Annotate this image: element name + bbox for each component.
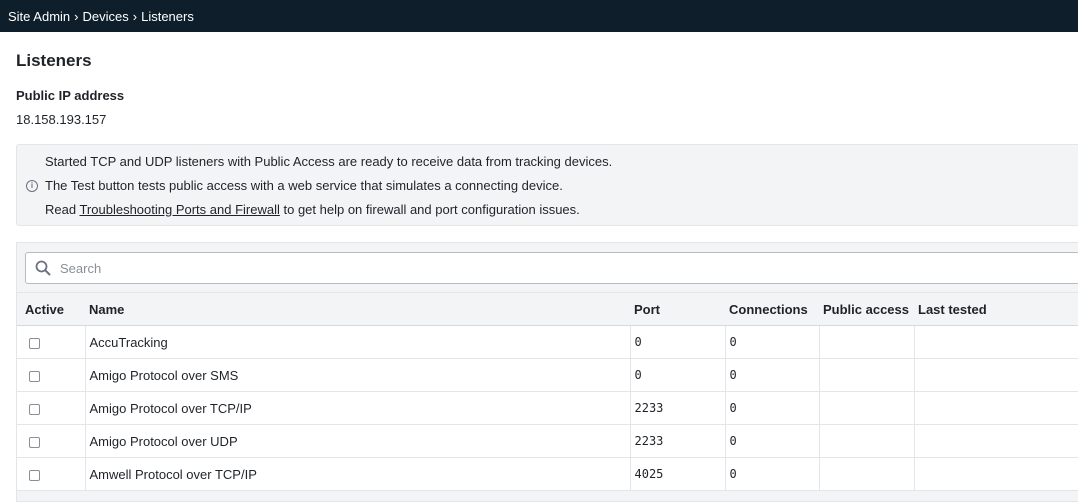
search-box[interactable] (25, 252, 1078, 284)
info-line-3: Read Troubleshooting Ports and Firewall … (45, 202, 580, 217)
active-cell (17, 391, 86, 425)
col-connections[interactable]: Connections (725, 292, 819, 326)
search-icon (35, 260, 51, 276)
port-cell: 0 (630, 358, 726, 392)
name-cell: Amwell Protocol over TCP/IP (85, 457, 631, 491)
active-checkbox[interactable] (29, 436, 40, 448)
connections-cell: 0 (725, 358, 820, 392)
port-cell: 4025 (630, 457, 726, 491)
public-ip-label: Public IP address (16, 88, 125, 103)
last-tested-cell (914, 424, 1078, 458)
table-row[interactable]: Amigo Protocol over TCP/IP 2233 0 (17, 391, 1078, 425)
connections-cell: 0 (725, 325, 820, 359)
col-active[interactable]: Active (17, 292, 85, 326)
active-checkbox[interactable] (29, 469, 40, 481)
connections-cell: 0 (725, 391, 820, 425)
info-circle-icon: i (26, 180, 38, 192)
breadcrumb-current: Listeners (141, 8, 194, 24)
public-access-cell (819, 457, 915, 491)
breadcrumb-site-admin[interactable]: Site Admin (8, 9, 70, 24)
connections-cell: 0 (725, 457, 820, 491)
active-checkbox[interactable] (29, 337, 40, 349)
public-access-cell (819, 424, 915, 458)
listeners-table: Active Name Port Connections Public acce… (17, 292, 1078, 491)
last-tested-cell (914, 457, 1078, 491)
public-ip-value: 18.158.193.157 (16, 112, 107, 127)
public-access-cell (819, 325, 915, 359)
table-row[interactable]: AccuTracking 0 0 (17, 325, 1078, 359)
troubleshooting-link[interactable]: Troubleshooting Ports and Firewall (79, 202, 279, 217)
name-cell: Amigo Protocol over UDP (85, 424, 631, 458)
active-checkbox[interactable] (29, 403, 40, 415)
page-title: Listeners (16, 51, 92, 70)
info-line-3-suffix: to get help on firewall and port configu… (279, 202, 580, 217)
port-cell: 2233 (630, 424, 726, 458)
connections-cell: 0 (725, 424, 820, 458)
active-cell (17, 325, 86, 359)
last-tested-cell (914, 325, 1078, 359)
col-last-tested[interactable]: Last tested (914, 292, 1078, 326)
info-line-1: Started TCP and UDP listeners with Publi… (45, 154, 613, 169)
col-public-access[interactable]: Public access (819, 292, 914, 326)
col-port[interactable]: Port (630, 292, 725, 326)
port-cell: 2233 (630, 391, 726, 425)
active-cell (17, 457, 86, 491)
top-bar: Site Admin › Devices › Listeners (0, 0, 1078, 32)
table-header-row: Active Name Port Connections Public acce… (17, 292, 1078, 326)
table-row[interactable]: Amigo Protocol over UDP 2233 0 (17, 424, 1078, 458)
port-cell: 0 (630, 325, 726, 359)
breadcrumb-devices[interactable]: Devices (83, 9, 129, 24)
breadcrumb-separator: › (132, 8, 138, 24)
col-name[interactable]: Name (85, 292, 630, 326)
name-cell: Amigo Protocol over TCP/IP (85, 391, 631, 425)
table-row[interactable]: Amwell Protocol over TCP/IP 4025 0 (17, 457, 1078, 491)
public-access-cell (819, 358, 915, 392)
active-checkbox[interactable] (29, 370, 40, 382)
listeners-panel: Active Name Port Connections Public acce… (16, 242, 1078, 502)
info-line-3-prefix: Read (45, 202, 80, 217)
public-access-cell (819, 391, 915, 425)
breadcrumb-separator: › (74, 8, 79, 24)
active-cell (17, 424, 86, 458)
table-row[interactable]: Amigo Protocol over SMS 0 0 (17, 358, 1078, 392)
last-tested-cell (914, 391, 1078, 425)
active-cell (17, 358, 86, 392)
info-line-2: The Test button tests public access with… (45, 178, 563, 193)
name-cell: Amigo Protocol over SMS (85, 358, 631, 392)
info-box: i Started TCP and UDP listeners with Pub… (16, 144, 1078, 226)
last-tested-cell (914, 358, 1078, 392)
search-input[interactable] (58, 253, 1078, 283)
name-cell: AccuTracking (85, 325, 631, 359)
